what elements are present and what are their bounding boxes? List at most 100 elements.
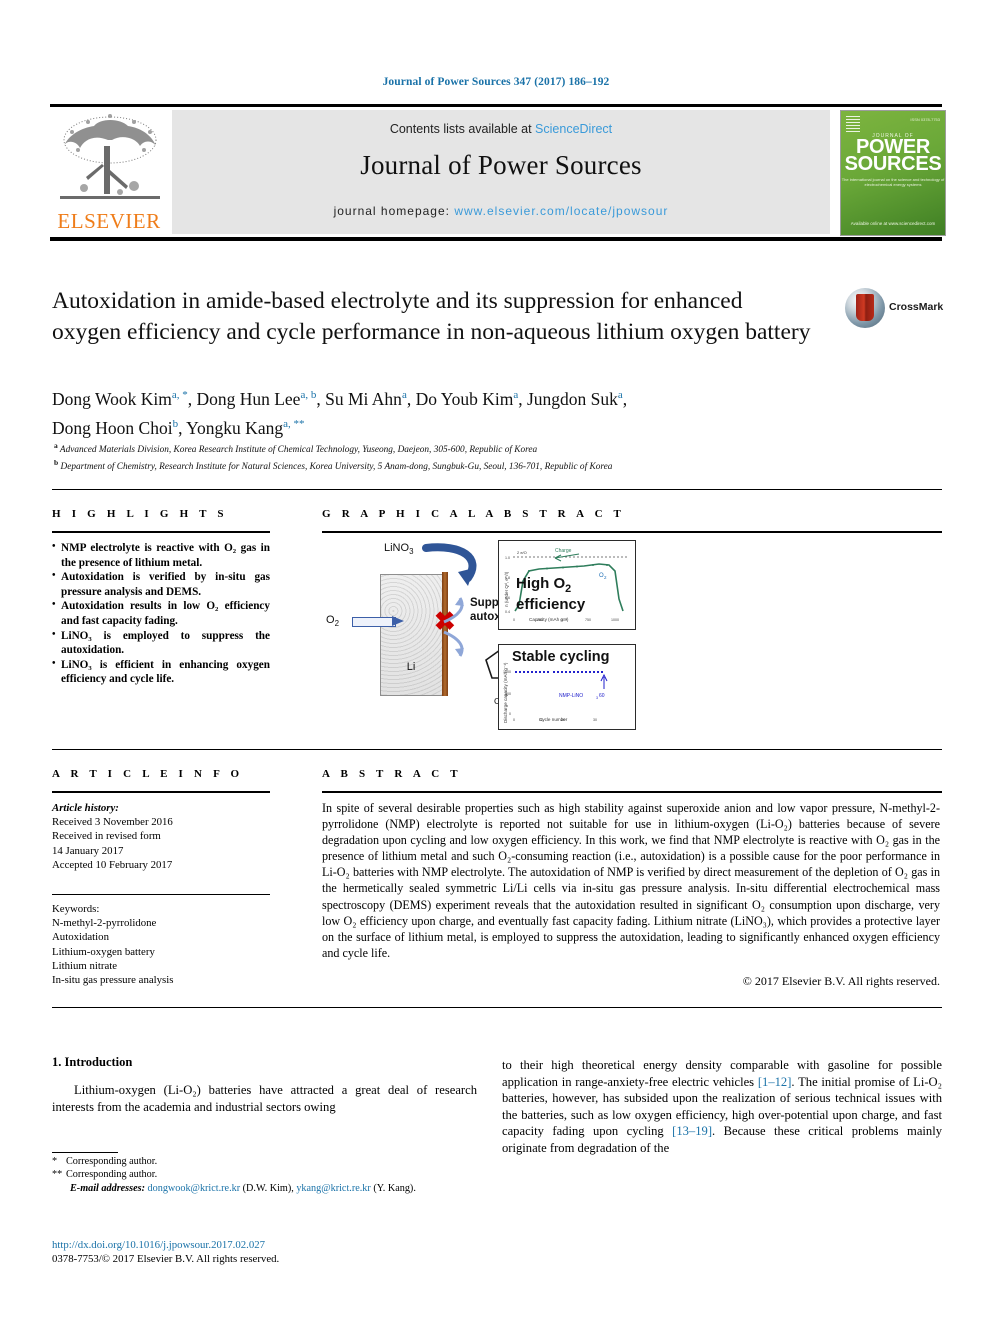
highlights-heading: H I G H L I G H T S (52, 508, 228, 520)
body-column-right: to their high theoretical energy density… (502, 1057, 942, 1157)
info-band-top-rule (52, 749, 942, 750)
sciencedirect-link[interactable]: ScienceDirect (535, 122, 612, 136)
affiliation-b: b Department of Chemistry, Research Inst… (54, 457, 914, 474)
keyword-item: Lithium-oxygen battery (52, 945, 155, 958)
footnote-corresponding-1: * Corresponding author. (52, 1156, 158, 1167)
svg-text:30: 30 (593, 718, 597, 722)
ga-o2-flow-arrow-icon (352, 617, 396, 627)
history-item: Received in revised form (52, 830, 161, 843)
email-link-1[interactable]: dongwook@krict.re.kr (148, 1183, 241, 1194)
footnote-corresponding-2: ** Corresponding author. (52, 1169, 158, 1181)
crossmark-label: CrossMark (889, 301, 944, 313)
section-heading-introduction: 1. Introduction (52, 1055, 133, 1069)
journal-homepage-line: journal homepage: www.elsevier.com/locat… (172, 204, 830, 218)
author-name[interactable]: Su Mi Ahn (325, 389, 402, 409)
intro-paragraph: Lithium-oxygen (Li-O₂) batteries have at… (52, 1083, 477, 1114)
doi-link[interactable]: http://dx.doi.org/10.1016/j.jpowsour.201… (52, 1238, 492, 1252)
list-item: Autoxidation results in low O₂ efficienc… (52, 598, 270, 628)
svg-text:2: 2 (604, 575, 607, 580)
affiliation-mark: b (54, 457, 59, 467)
elsevier-wordmark: ELSEVIER (57, 209, 161, 233)
abstract-rule (322, 791, 942, 793)
abstract-text: In spite of several desirable properties… (322, 801, 940, 960)
affiliation-mark: a (54, 441, 58, 450)
footnote-text: Corresponding author. (66, 1156, 158, 1167)
svg-text:0: 0 (509, 712, 511, 716)
body-column-left: Lithium-oxygen (Li-O₂) batteries have at… (52, 1082, 477, 1115)
author-marks: a (513, 389, 519, 401)
info-band-bottom-rule (52, 1007, 942, 1008)
list-item: LiNO₃ is efficient in enhancing oxygen e… (52, 657, 270, 687)
contents-prefix: Contents lists available at (389, 122, 536, 136)
author-marks: a, ** (283, 417, 305, 430)
cover-footer: Available online at www.sciencedirect.co… (850, 221, 936, 226)
svg-text:0.4: 0.4 (505, 610, 510, 614)
author-name[interactable]: Jungdon Suk (527, 389, 618, 409)
cover-issn: ISSN 0378-7753 (910, 117, 940, 122)
cover-title: POWER SOURCES (841, 137, 945, 174)
crossmark-circle-icon (845, 288, 885, 328)
author-name[interactable]: Yongku Kang (186, 418, 283, 438)
author-name[interactable]: Dong Wook Kim (52, 389, 172, 409)
footnote-block: * Corresponding author. ** Corresponding a… (52, 1155, 477, 1195)
graphical-abstract-figure: LiNO3 Li O2 ✖ Suppression of autoxidatio… (326, 536, 690, 731)
citation-link-2[interactable]: [13–19] (672, 1124, 712, 1138)
cover-elsevier-mark-icon (846, 116, 860, 132)
masthead-bottom-rule (50, 237, 942, 241)
paper-page: Journal of Power Sources 347 (2017) 186–… (0, 0, 992, 1323)
keyword-item: Lithium nitrate (52, 959, 118, 972)
author-name[interactable]: Dong Hoon Choi (52, 418, 173, 438)
masthead-top-rule (50, 104, 942, 107)
svg-text:Charge: Charge (555, 548, 572, 554)
author-list: Dong Wook Kima, *, Dong Hun Leea, b, Su … (52, 388, 628, 438)
email-label: E-mail addresses: (70, 1182, 145, 1194)
email-link-2[interactable]: ykang@krict.re.kr (296, 1183, 370, 1194)
svg-text:1.0: 1.0 (505, 556, 510, 560)
svg-text:750: 750 (585, 618, 591, 622)
keywords-block: Keywords: N-methyl-2-pyrrolidone Autoxid… (52, 902, 267, 987)
affiliations: a Advanced Materials Division, Korea Res… (54, 440, 914, 473)
issn-copyright: 0378-7753/© 2017 Elsevier B.V. All right… (52, 1253, 280, 1265)
svg-text:3: 3 (596, 696, 598, 700)
journal-title: Journal of Power Sources (360, 150, 642, 180)
ga-stable-cycling-label: Stable cycling (512, 649, 610, 665)
article-info-heading: A R T I C L E I N F O (52, 768, 244, 780)
contents-available-line: Contents lists available at ScienceDirec… (172, 122, 830, 136)
svg-text:0: 0 (513, 718, 515, 722)
affiliation-text: Department of Chemistry, Research Instit… (60, 461, 613, 472)
history-item: 14 January 2017 (52, 844, 124, 857)
ga-chart-bottom-ylabel: Discharge capacity (mAh g⁻¹) (503, 662, 508, 723)
citation-link-1[interactable]: [1–12] (758, 1075, 792, 1089)
crossmark-badge[interactable]: CrossMark (845, 288, 944, 332)
article-history: Article history: Received 3 November 201… (52, 801, 267, 872)
homepage-url-link[interactable]: www.elsevier.com/locate/jpowsour (454, 204, 668, 218)
page-title: Autoxidation in amide-based electrolyte … (52, 288, 811, 345)
keyword-item: N-methyl-2-pyrrolidone (52, 917, 157, 930)
ga-chart-top-xlabel: Capacity (mAh g⁻¹) (529, 617, 569, 622)
history-item: Received 3 November 2016 (52, 816, 173, 829)
graphical-abstract-rule (322, 531, 942, 533)
svg-text:60: 60 (599, 693, 605, 699)
running-head: Journal of Power Sources 347 (2017) 186–… (382, 76, 610, 88)
svg-text:1000: 1000 (611, 618, 619, 622)
highlights-list: NMP electrolyte is reactive with O₂ gas … (52, 540, 270, 687)
ga-chart-top-ylabel: n (under Qᵈ, e⁻/I) (504, 571, 509, 607)
article-history-label: Article history: (52, 802, 119, 814)
ga-chart-bottom-xlabel: Cycle number (539, 717, 568, 722)
keywords-rule (52, 894, 270, 895)
author-name[interactable]: Do Youb Kim (416, 389, 514, 409)
abstract-copyright: © 2017 Elsevier B.V. All rights reserved… (742, 974, 940, 988)
elsevier-tree-icon (60, 114, 160, 199)
journal-masthead: ELSEVIER Contents lists available at Sci… (50, 104, 946, 241)
highlights-rule (52, 531, 270, 533)
footnote-text: Corresponding author. (66, 1169, 158, 1181)
list-item: NMP electrolyte is reactive with O₂ gas … (52, 540, 270, 570)
ga-li-label: Li (406, 661, 416, 673)
svg-text:NMP-LiNO: NMP-LiNO (559, 693, 583, 699)
masthead-grey-panel: Contents lists available at ScienceDirec… (172, 110, 830, 234)
cover-subtitle: The international journal on the science… (841, 177, 945, 187)
author-name[interactable]: Dong Hun Lee (196, 389, 300, 409)
doi-block: http://dx.doi.org/10.1016/j.jpowsour.201… (52, 1238, 492, 1266)
affiliation-a: a Advanced Materials Division, Korea Res… (54, 440, 914, 457)
email-owner-2: (Y. Kang). (373, 1182, 416, 1194)
